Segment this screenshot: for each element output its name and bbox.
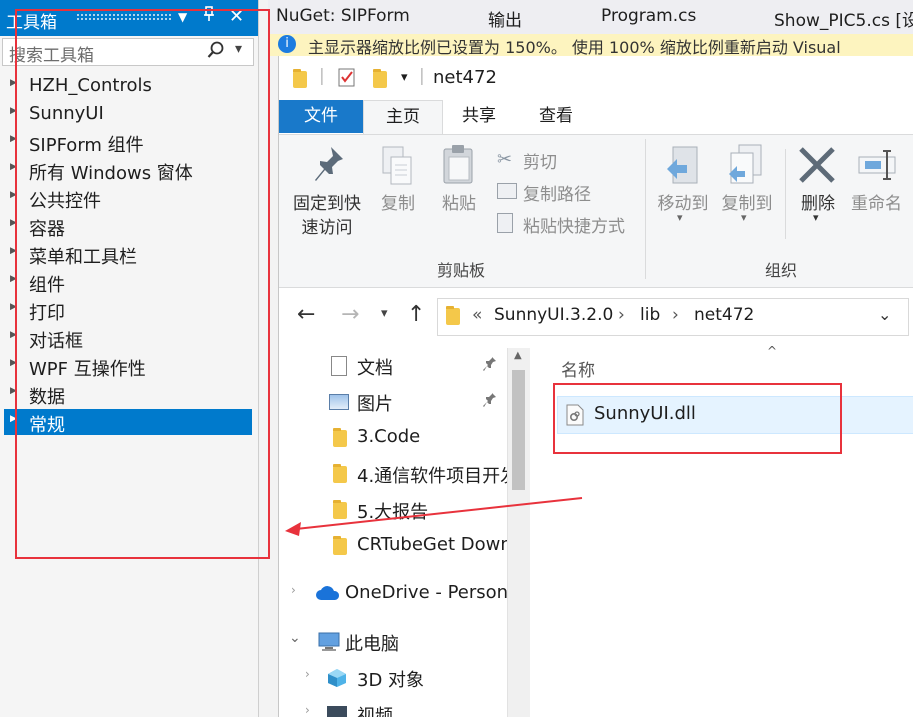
annotation-arrow — [285, 497, 583, 536]
